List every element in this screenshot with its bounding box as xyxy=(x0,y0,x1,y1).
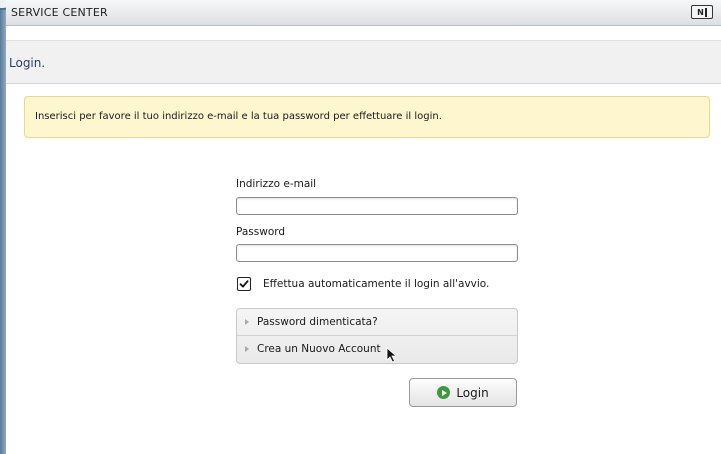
autologin-row[interactable]: Effettua automaticamente il login all'av… xyxy=(237,277,489,291)
autologin-label: Effettua automaticamente il login all'av… xyxy=(263,278,490,290)
info-notice: Inserisci per favore il tuo indirizzo e-… xyxy=(24,96,710,138)
logo-bar xyxy=(704,7,707,17)
notice-text: Inserisci per favore il tuo indirizzo e-… xyxy=(35,111,442,122)
page-title: Login. xyxy=(9,56,46,70)
email-label: Indirizzo e-mail xyxy=(236,178,317,190)
create-account-link[interactable]: Crea un Nuovo Account xyxy=(237,336,517,363)
forgot-password-link[interactable]: Password dimenticata? xyxy=(237,309,517,336)
password-label: Password xyxy=(236,226,286,238)
login-button-label: Login xyxy=(456,385,489,400)
password-field[interactable] xyxy=(236,244,518,262)
native-instruments-logo-icon: N xyxy=(691,5,713,19)
chevron-right-icon xyxy=(245,319,249,325)
window-title: SERVICE CENTER xyxy=(11,6,108,19)
page-header: Login. xyxy=(6,40,721,84)
logo-letter-n: N xyxy=(697,7,704,17)
forgot-password-label: Password dimenticata? xyxy=(257,316,378,328)
mouse-pointer-icon xyxy=(386,347,398,363)
chevron-right-icon xyxy=(245,346,249,352)
service-center-window: SERVICE CENTER N Login. Inserisci per fa… xyxy=(0,0,721,454)
titlebar: SERVICE CENTER N xyxy=(6,0,721,26)
autologin-checkbox[interactable] xyxy=(237,277,251,291)
checkmark-icon xyxy=(239,280,249,288)
account-links-panel: Password dimenticata? Crea un Nuovo Acco… xyxy=(236,308,518,364)
create-account-label: Crea un Nuovo Account xyxy=(257,343,381,355)
login-button[interactable]: Login xyxy=(409,378,517,407)
email-field[interactable] xyxy=(236,197,518,215)
play-circle-icon xyxy=(437,386,451,399)
